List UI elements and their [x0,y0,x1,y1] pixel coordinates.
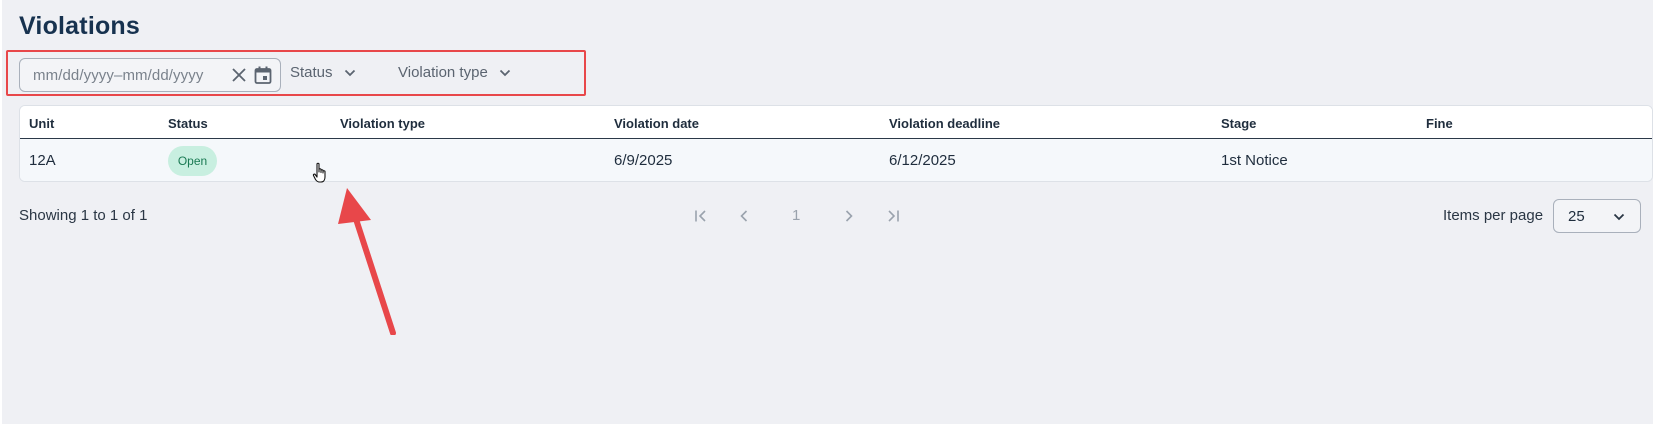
column-header-violation-date[interactable]: Violation date [614,116,699,131]
date-range-placeholder: mm/dd/yyyy–mm/dd/yyyy [33,66,204,84]
chevron-down-icon [499,69,510,76]
clear-icon[interactable] [229,65,249,85]
current-page-number[interactable]: 1 [792,207,800,224]
column-header-unit[interactable]: Unit [29,116,54,131]
column-header-status[interactable]: Status [168,116,208,131]
filter-bar: mm/dd/yyyy–mm/dd/yyyy [19,57,281,93]
violation-type-filter-label: Violation type [398,64,488,81]
violation-type-filter-dropdown[interactable]: Violation type [398,64,512,81]
items-per-page-select[interactable]: 25 [1553,199,1641,233]
table-header: Unit Status Violation type Violation dat… [20,106,1652,139]
status-filter-label: Status [290,64,333,81]
pagination: 1 [2,205,1653,229]
column-header-fine[interactable]: Fine [1426,116,1453,131]
violations-table: Unit Status Violation type Violation dat… [19,105,1653,182]
column-header-violation-deadline[interactable]: Violation deadline [889,116,1000,131]
column-header-violation-type[interactable]: Violation type [340,116,425,131]
status-badge: Open [168,146,217,176]
last-page-icon[interactable] [882,205,904,227]
table-row[interactable]: 12A Open 6/9/2025 6/12/2025 1st Notice [20,139,1652,181]
status-filter-dropdown[interactable]: Status [290,64,357,81]
cell-unit: 12A [29,152,56,169]
next-page-icon[interactable] [838,205,860,227]
cell-violation-date: 6/9/2025 [614,152,673,169]
annotation-arrow [338,188,396,335]
page-title: Violations [19,12,141,40]
cell-stage: 1st Notice [1221,152,1288,169]
date-range-input[interactable]: mm/dd/yyyy–mm/dd/yyyy [19,58,281,92]
chevron-down-icon [344,69,355,76]
prev-page-icon[interactable] [733,205,755,227]
cell-violation-deadline: 6/12/2025 [889,152,956,169]
hand-cursor-icon [312,162,326,183]
chevron-down-icon [1613,213,1625,221]
items-per-page-value: 25 [1568,208,1585,225]
column-header-stage[interactable]: Stage [1221,116,1256,131]
calendar-icon[interactable] [253,65,273,85]
first-page-icon[interactable] [690,205,712,227]
items-per-page-label: Items per page [1443,207,1544,224]
page: Violations mm/dd/yyyy–mm/dd/yyyy Status [2,0,1653,424]
